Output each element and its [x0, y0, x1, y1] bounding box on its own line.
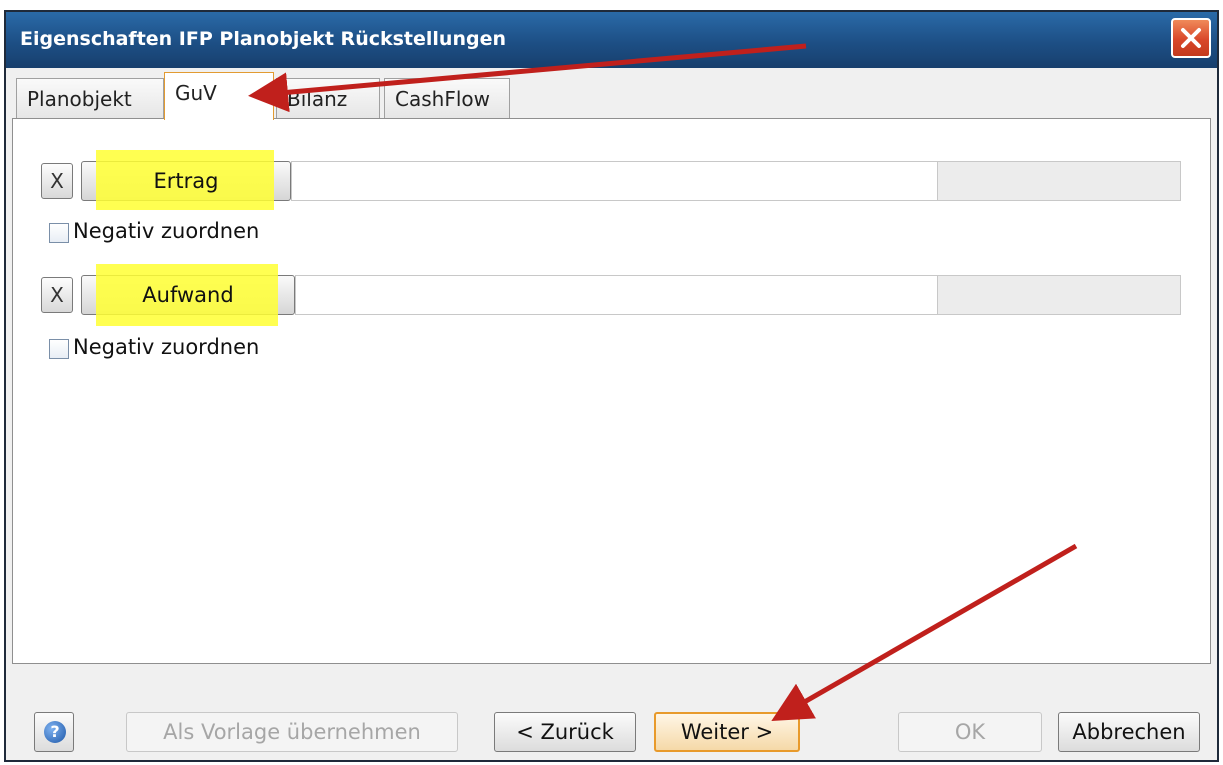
clear-ertrag-button[interactable]: X — [41, 163, 73, 199]
ertrag-button[interactable]: Ertrag — [81, 150, 291, 210]
back-label: < Zurück — [516, 720, 614, 744]
ertrag-negative-label: Negativ zuordnen — [73, 219, 260, 243]
template-label: Als Vorlage übernehmen — [163, 720, 421, 744]
help-button[interactable]: ? — [34, 712, 74, 752]
tab-cashflow[interactable]: CashFlow — [384, 78, 510, 118]
save-as-template-button[interactable]: Als Vorlage übernehmen — [126, 712, 458, 752]
aufwand-negative-label: Negativ zuordnen — [73, 335, 260, 359]
close-button[interactable] — [1171, 18, 1211, 58]
tab-guv[interactable]: GuV — [164, 72, 274, 120]
tab-label: Bilanz — [287, 87, 348, 111]
next-button[interactable]: Weiter > — [654, 712, 800, 752]
cancel-button[interactable]: Abbrechen — [1058, 712, 1200, 752]
next-label: Weiter > — [680, 720, 774, 744]
ok-button[interactable]: OK — [898, 712, 1042, 752]
aufwand-amount-field[interactable] — [937, 275, 1181, 315]
aufwand-label: Aufwand — [142, 283, 234, 307]
aufwand-negative-checkbox[interactable] — [49, 339, 69, 359]
clear-label: X — [50, 169, 64, 193]
window-title: Eigenschaften IFP Planobjekt Rückstellun… — [20, 28, 506, 50]
ertrag-label: Ertrag — [153, 169, 219, 193]
clear-label: X — [50, 283, 64, 307]
tab-label: GuV — [175, 81, 217, 105]
ertrag-amount-field[interactable] — [937, 161, 1181, 201]
clear-aufwand-button[interactable]: X — [41, 277, 73, 313]
cancel-label: Abbrechen — [1072, 720, 1186, 744]
close-icon — [1181, 28, 1201, 48]
tab-planobjekt[interactable]: Planobjekt — [16, 78, 164, 118]
properties-dialog: Eigenschaften IFP Planobjekt Rückstellun… — [4, 10, 1219, 762]
help-icon: ? — [44, 721, 66, 743]
tab-label: CashFlow — [395, 87, 490, 111]
guv-panel: X Ertrag Negativ zuordnen X Aufwand Nega… — [12, 118, 1211, 664]
title-bar[interactable]: Eigenschaften IFP Planobjekt Rückstellun… — [6, 12, 1217, 68]
tab-bilanz[interactable]: Bilanz — [276, 78, 380, 118]
back-button[interactable]: < Zurück — [494, 712, 636, 752]
tab-strip: Planobjekt GuV Bilanz CashFlow — [14, 72, 614, 120]
tab-label: Planobjekt — [27, 87, 132, 111]
ok-label: OK — [954, 720, 986, 744]
aufwand-button[interactable]: Aufwand — [81, 264, 295, 326]
ertrag-negative-checkbox[interactable] — [49, 223, 69, 243]
